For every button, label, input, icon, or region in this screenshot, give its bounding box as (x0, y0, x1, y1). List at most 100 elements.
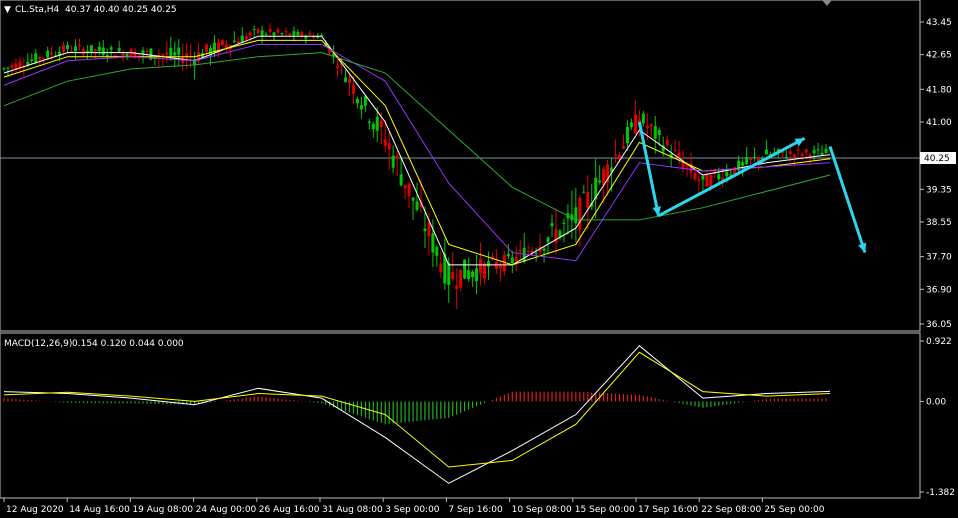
candle-body (697, 179, 701, 181)
header-arrow-icon[interactable]: ▼ (4, 5, 11, 15)
candle-body (653, 125, 657, 139)
candle-body (62, 45, 66, 52)
candle-body (2, 68, 6, 70)
candle-body (248, 32, 252, 36)
candle-body (439, 263, 443, 273)
candle-body (105, 54, 109, 57)
candle-body (614, 154, 618, 156)
candle-body (824, 148, 828, 154)
candle-body (796, 149, 800, 151)
price-tick-label: 39.35 (926, 185, 952, 195)
candle-body (6, 67, 10, 69)
candle-body (625, 126, 629, 144)
candle-body (498, 265, 502, 269)
candle-body (649, 124, 653, 127)
candle-body (701, 176, 705, 180)
candle-body (709, 175, 713, 188)
ohlc-label: 40.37 40.40 40.25 40.25 (65, 5, 177, 15)
candle-body (582, 191, 586, 193)
candle-body (145, 50, 149, 52)
candle-body (177, 47, 181, 55)
candle-body (70, 51, 74, 53)
price-tick-label: 41.80 (926, 85, 952, 95)
candle-body (693, 172, 697, 180)
candle-body (483, 263, 487, 279)
candle-body (371, 123, 375, 130)
time-tick-label: 14 Aug 16:00 (69, 505, 130, 515)
candle-body (264, 34, 268, 36)
candle-body (46, 50, 50, 58)
candle-body (212, 42, 216, 53)
candle-body (288, 33, 292, 36)
candle-body (308, 33, 312, 35)
candle-body (641, 113, 645, 124)
candle-body (220, 40, 224, 45)
candle-body (375, 116, 379, 131)
candle-body (347, 78, 351, 84)
candle-body (741, 162, 745, 166)
time-tick-label: 10 Sep 08:00 (512, 505, 572, 515)
candle-body (93, 49, 97, 51)
candle-body (602, 168, 606, 185)
candle-body (546, 237, 550, 243)
trading-chart[interactable]: 43.4542.6541.8041.0040.1539.3538.5537.70… (0, 0, 958, 518)
time-tick-label: 26 Aug 16:00 (259, 505, 320, 515)
candle-body (66, 45, 70, 50)
candle-body (97, 46, 101, 52)
candle-body (463, 259, 467, 279)
candle-body (784, 156, 788, 159)
time-tick-label: 15 Sep 00:00 (575, 505, 635, 515)
candle-body (169, 47, 173, 56)
candle-body (109, 47, 113, 50)
candle-body (459, 269, 463, 288)
candle-body (411, 197, 415, 201)
candle-body (550, 223, 554, 227)
candle-body (753, 157, 757, 159)
candle-body (534, 252, 538, 254)
candle-body (717, 174, 721, 180)
candle-body (89, 45, 93, 53)
price-axis: 43.4542.6541.8041.0040.1539.3538.5537.70… (920, 18, 952, 330)
candle-body (351, 85, 355, 94)
candle-body (475, 268, 479, 282)
candle-body (645, 125, 649, 128)
candle-body (423, 228, 427, 232)
candle-body (586, 191, 590, 208)
candle-body (526, 251, 530, 253)
candle-body (77, 44, 81, 46)
candle-body (284, 31, 288, 33)
candle-body (788, 151, 792, 154)
macd-axis: 0.922 0.00 -1.382 (920, 337, 955, 498)
candle-body (578, 197, 582, 230)
candle-body (363, 96, 367, 106)
price-tick-label: 43.45 (926, 18, 952, 28)
candle-body (479, 258, 483, 274)
candle-body (467, 270, 471, 280)
candle-body (518, 249, 522, 252)
candle-body (232, 40, 236, 42)
time-axis: 12 Aug 2020 14 Aug 16:00 19 Aug 08:00 24 Au… (3, 498, 825, 515)
candle-body (633, 114, 637, 134)
price-tick-label: 37.70 (926, 253, 952, 263)
candle-body (18, 61, 22, 68)
candle-body (101, 47, 105, 55)
candle-body (42, 57, 46, 59)
time-tick-label: 22 Sep 08:00 (701, 505, 761, 515)
candle-body (415, 201, 419, 210)
macd-label: MACD(12,26,9) (4, 339, 72, 349)
candle-body (244, 36, 248, 40)
candle-body (431, 233, 435, 253)
candle-body (383, 139, 387, 146)
candle-body (598, 180, 602, 183)
candle-body (407, 183, 411, 196)
candle-body (399, 174, 403, 186)
candle-body (300, 32, 304, 37)
time-tick-label: 19 Aug 08:00 (132, 505, 193, 515)
symbol-label: CL.Sta,H4 (15, 5, 60, 15)
candle-body (451, 272, 455, 280)
candle-body (296, 31, 300, 36)
macd-panel[interactable] (0, 332, 921, 499)
candle-body (292, 31, 296, 36)
candle-body (30, 59, 34, 61)
macd-tick-label: 0.922 (926, 337, 952, 347)
